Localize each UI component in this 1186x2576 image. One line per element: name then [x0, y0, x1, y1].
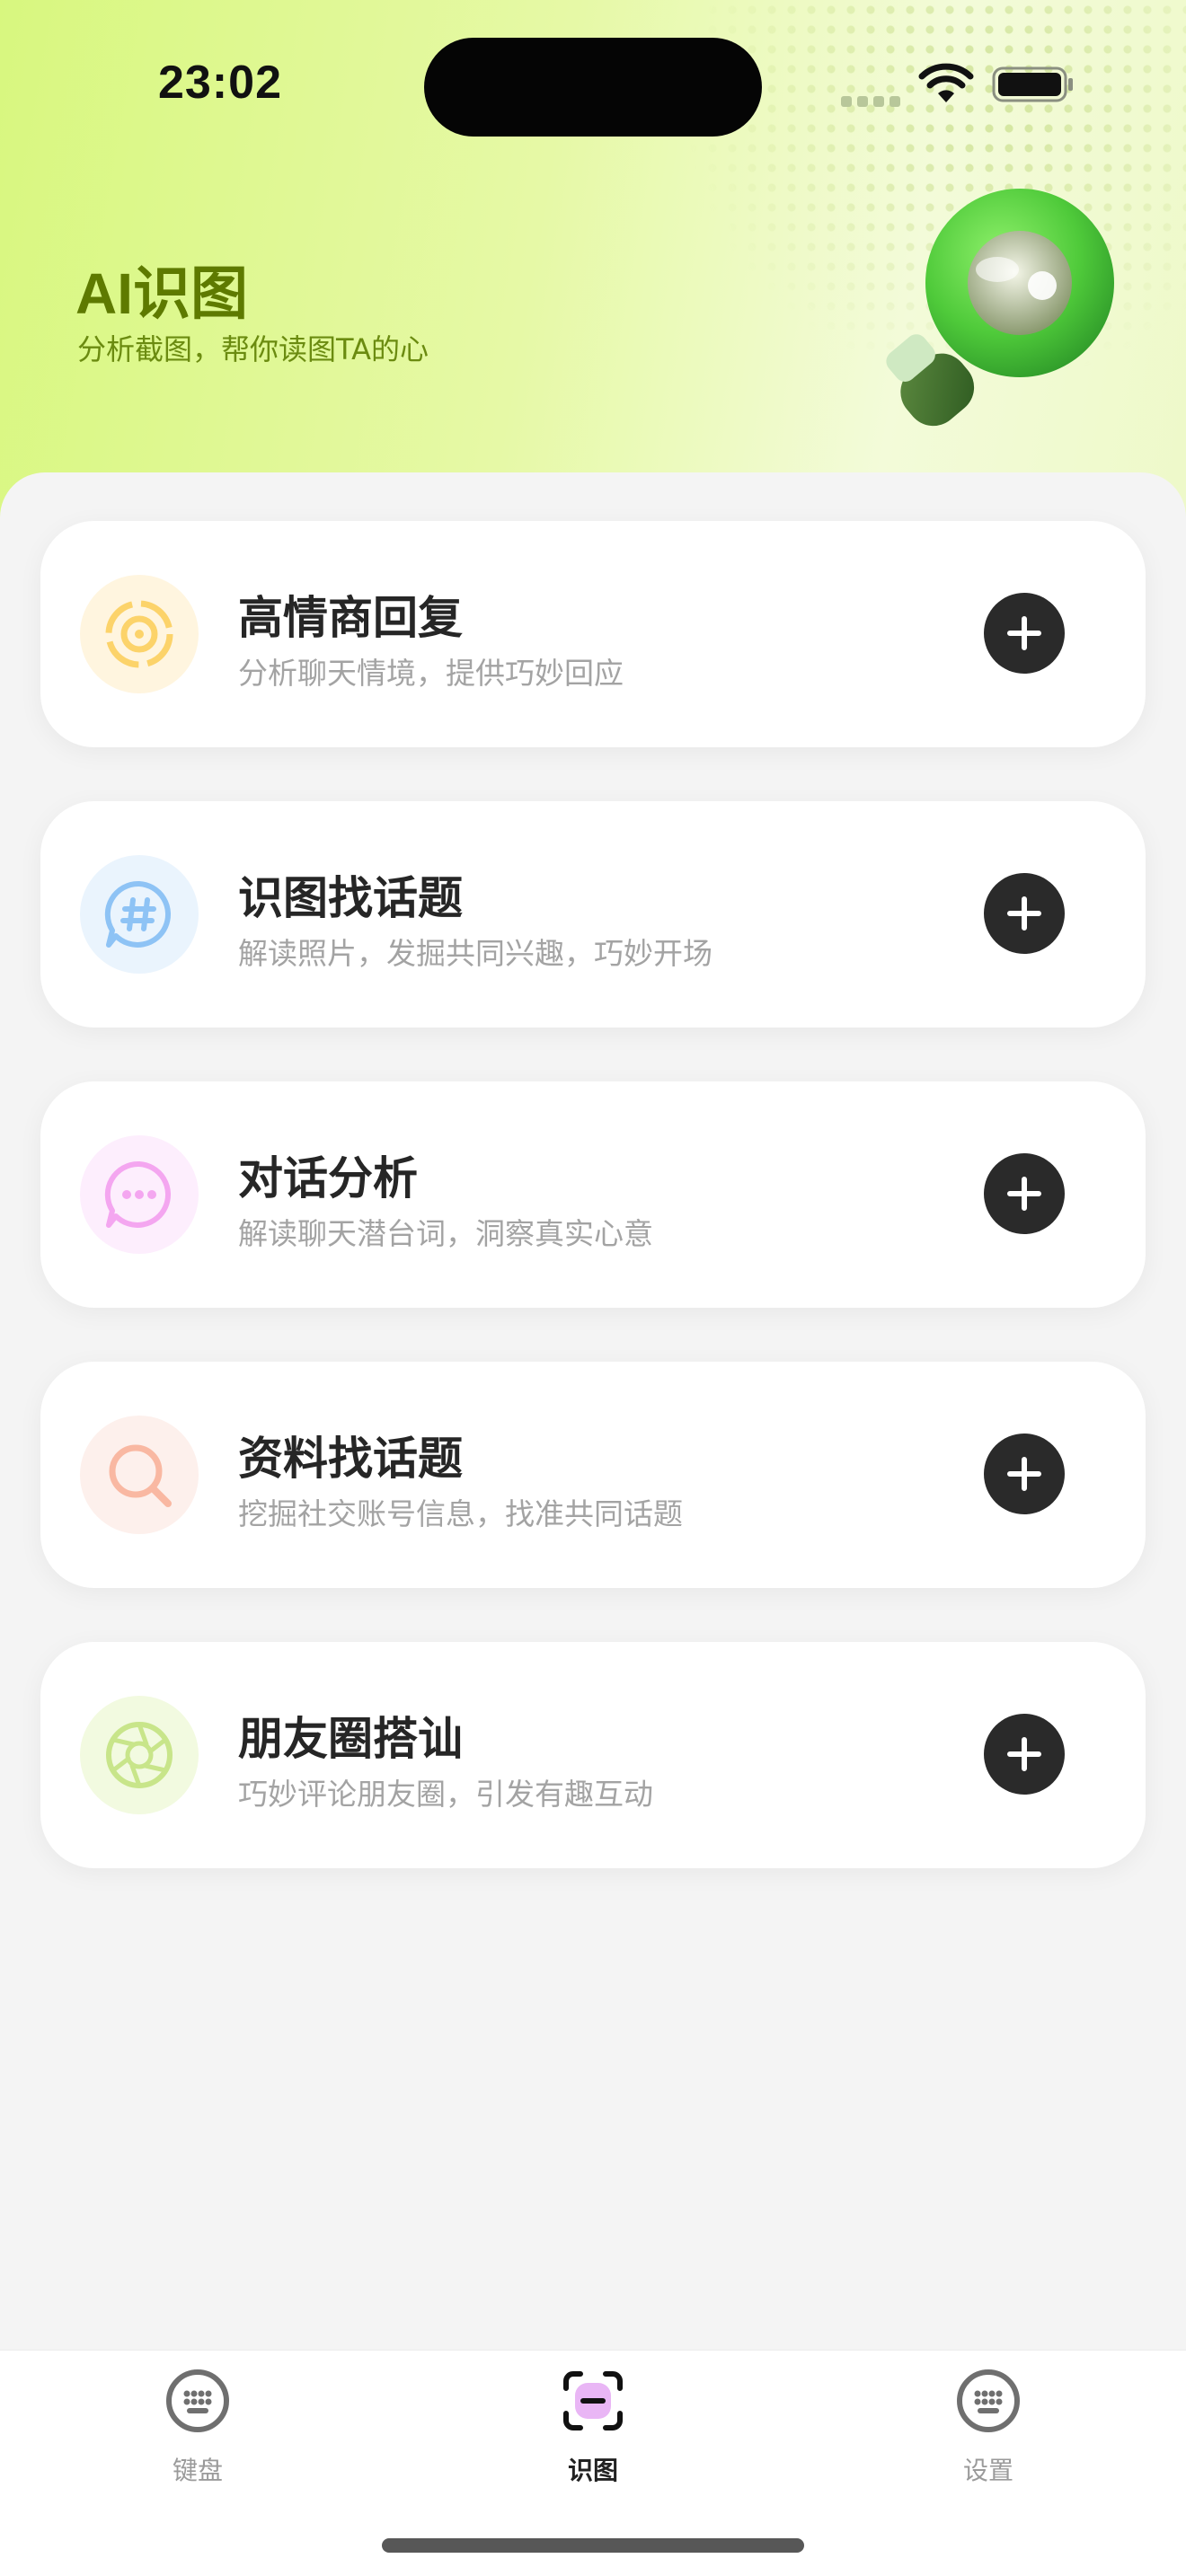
card-description: 分析聊天情境，提供巧妙回应 — [238, 656, 624, 691]
aperture-icon — [106, 1722, 173, 1788]
page-subtitle: 分析截图，帮你读图TA的心 — [77, 332, 429, 366]
plus-icon — [1007, 1737, 1041, 1771]
status-time: 23:02 — [158, 57, 282, 109]
card-description: 解读照片，发掘共同兴趣，巧妙开场 — [238, 936, 712, 971]
scan-icon — [563, 2371, 623, 2430]
search-icon — [109, 1444, 172, 1507]
keyboard-icon — [957, 2369, 1020, 2432]
feature-card-high-eq-reply[interactable]: 高情商回复 分析聊天情境，提供巧妙回应 — [40, 521, 1146, 747]
add-button[interactable] — [984, 1714, 1065, 1795]
feature-card-image-topic[interactable]: 识图找话题 解读照片，发掘共同兴趣，巧妙开场 — [40, 801, 1146, 1028]
chat-dots-icon — [104, 1160, 172, 1228]
signal-icon — [841, 93, 906, 110]
tab-settings[interactable]: 设置 — [898, 2369, 1078, 2503]
card-icon-bg — [80, 1416, 199, 1534]
wifi-icon — [918, 63, 974, 102]
target-icon — [105, 600, 173, 668]
card-icon-bg — [80, 575, 199, 693]
plus-icon — [1007, 1457, 1041, 1491]
feature-card-dialogue-analysis[interactable]: 对话分析 解读聊天潜台词，洞察真实心意 — [40, 1081, 1146, 1308]
add-button[interactable] — [984, 1434, 1065, 1514]
home-indicator — [382, 2538, 804, 2553]
hashtag-chat-icon — [104, 880, 172, 948]
tab-label: 识图 — [567, 2456, 618, 2485]
add-button[interactable] — [984, 593, 1065, 674]
card-description: 挖掘社交账号信息，找准共同话题 — [238, 1496, 683, 1531]
tab-image-recognition[interactable]: 识图 — [503, 2369, 683, 2503]
card-description: 巧妙评论朋友圈，引发有趣互动 — [238, 1777, 653, 1812]
feature-list: 高情商回复 分析聊天情境，提供巧妙回应 识图找话题 解读照片，发掘共同兴趣，巧妙… — [0, 472, 1186, 2350]
add-button[interactable] — [984, 1153, 1065, 1234]
card-title: 朋友圈搭讪 — [238, 1713, 463, 1765]
card-description: 解读聊天潜台词，洞察真实心意 — [238, 1216, 653, 1251]
status-bar: 23:02 — [0, 0, 1186, 171]
card-title: 识图找话题 — [238, 872, 463, 924]
card-icon-bg — [80, 1135, 199, 1254]
card-title: 高情商回复 — [238, 592, 463, 644]
tab-keyboard[interactable]: 键盘 — [108, 2369, 288, 2503]
tab-label: 设置 — [962, 2456, 1013, 2485]
add-button[interactable] — [984, 873, 1065, 954]
card-title: 资料找话题 — [238, 1433, 463, 1485]
page-title: AI识图 — [75, 261, 248, 326]
card-title: 对话分析 — [238, 1152, 418, 1204]
feature-card-profile-topic[interactable]: 资料找话题 挖掘社交账号信息，找准共同话题 — [40, 1362, 1146, 1588]
keyboard-icon — [166, 2369, 229, 2432]
plus-icon — [1007, 616, 1041, 650]
tab-label: 键盘 — [172, 2456, 223, 2485]
battery-icon — [992, 66, 1073, 102]
card-icon-bg — [80, 1696, 199, 1814]
plus-icon — [1007, 1177, 1041, 1211]
card-icon-bg — [80, 855, 199, 974]
dynamic-island — [424, 38, 762, 137]
magnifier-icon — [886, 189, 1114, 427]
plus-icon — [1007, 896, 1041, 931]
feature-card-moments-chat[interactable]: 朋友圈搭讪 巧妙评论朋友圈，引发有趣互动 — [40, 1642, 1146, 1868]
